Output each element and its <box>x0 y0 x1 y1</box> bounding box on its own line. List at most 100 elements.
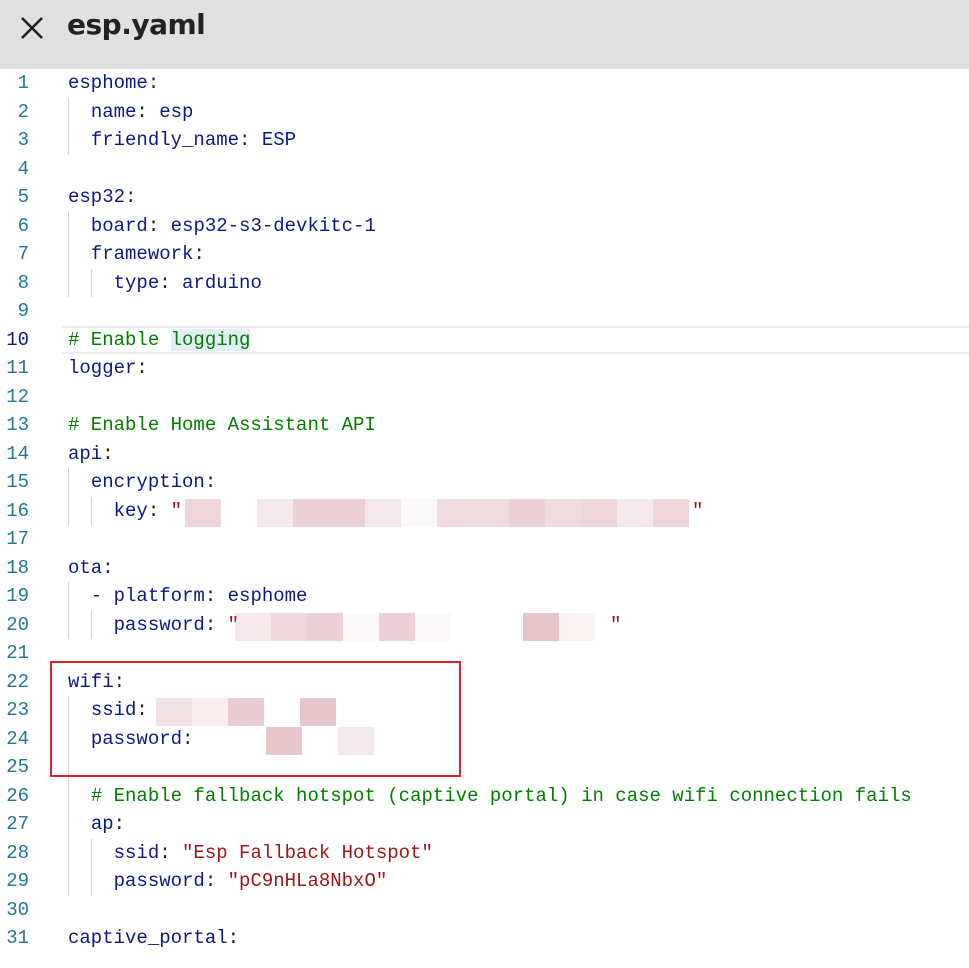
token-p <box>68 813 91 835</box>
token-k: encryption <box>90 471 205 493</box>
code-line: 15 encryption: <box>0 468 969 497</box>
line-number: 4 <box>17 157 29 180</box>
line-code: - platform: esphome <box>68 582 308 611</box>
token-k: framework <box>90 243 194 265</box>
line-number: 29 <box>6 870 29 892</box>
token-k: logger <box>68 357 137 379</box>
indent-guide <box>68 97 69 155</box>
token-p <box>68 101 91 123</box>
token-s: " <box>170 499 183 522</box>
token-p: : <box>227 927 240 949</box>
token-v: ESP <box>261 129 297 151</box>
line-number: 14 <box>6 442 29 465</box>
token-k: ap <box>90 813 114 835</box>
line-code: # Enable fallback hotspot (captive porta… <box>68 782 912 811</box>
line-number: 22 <box>6 670 29 693</box>
token-p: : <box>147 499 171 522</box>
code-line: 29 password: "pC9nHLa8NbxO" <box>0 867 969 896</box>
token-p: : <box>136 100 160 123</box>
line-code: ssid: "Esp Fallback Hotspot" <box>68 839 433 868</box>
token-p: : <box>204 613 228 636</box>
token-p: : <box>159 271 183 294</box>
token-k: platform <box>113 585 205 607</box>
line-code: type: arduino <box>68 269 262 298</box>
code-line: 30 <box>0 896 969 925</box>
code-line: 31 captive_portal: <box>0 924 969 953</box>
token-p: : <box>204 870 228 892</box>
closing-quote: " <box>610 613 622 636</box>
line-number: 30 <box>6 898 29 921</box>
line-code: captive_portal: <box>68 924 239 953</box>
token-p: : <box>125 186 137 208</box>
line-code: framework: <box>68 240 205 269</box>
line-code: encryption: <box>68 468 216 497</box>
code-line: 14 api: <box>0 440 969 469</box>
token-c: logging <box>170 328 251 351</box>
indent-guide <box>90 610 92 639</box>
line-number: 3 <box>17 129 29 151</box>
indent-guide <box>90 268 92 297</box>
code-line: 8 type: arduino <box>0 269 969 298</box>
code-editor[interactable]: 1 esphome: 2 name: esp 3 friendly_name: ESP… <box>0 69 969 968</box>
token-p: : <box>136 357 148 379</box>
token-v: esphome <box>227 585 308 607</box>
token-v: arduino <box>182 271 262 294</box>
line-number: 8 <box>17 271 29 294</box>
token-c: # Enable Home Assistant API <box>68 414 376 436</box>
token-k: password <box>113 613 205 636</box>
token-c: # Enable <box>68 328 171 351</box>
line-code: api: <box>68 440 114 469</box>
editor-header: esp.yaml <box>0 0 969 69</box>
line-code: esp32: <box>68 183 136 212</box>
token-p <box>68 129 91 151</box>
code-line: 12 <box>0 383 969 412</box>
line-code: key: " <box>68 497 182 526</box>
indent-guide <box>68 468 69 525</box>
line-number: 1 <box>17 72 29 94</box>
token-p: : <box>239 129 262 151</box>
redacted-value <box>185 498 689 527</box>
line-code: logger: <box>68 354 148 383</box>
code-line: 10 # Enable logging <box>0 326 969 355</box>
line-number: 5 <box>17 186 29 208</box>
code-line: 2 name: esp <box>0 98 969 127</box>
line-number: 16 <box>6 499 29 522</box>
line-number: 6 <box>17 214 29 237</box>
line-number: 23 <box>6 699 29 721</box>
token-s: "Esp Fallback Hotspot" <box>182 841 433 864</box>
redacted-value <box>235 612 595 641</box>
line-code: ap: <box>68 810 125 839</box>
close-icon[interactable] <box>18 14 46 42</box>
token-k: type <box>113 271 160 294</box>
token-k: board <box>90 214 148 237</box>
token-p: : <box>193 243 205 265</box>
line-number: 21 <box>6 642 29 664</box>
line-number: 31 <box>6 927 29 949</box>
token-s: "pC9nHLa8NbxO" <box>227 870 388 892</box>
token-p <box>68 785 91 807</box>
token-p: - <box>68 585 114 607</box>
token-k: captive_portal <box>68 927 228 949</box>
line-number: 15 <box>6 471 29 493</box>
token-p <box>68 215 91 237</box>
line-code: name: esp <box>68 98 194 127</box>
token-k: key <box>113 499 148 522</box>
indent-guide <box>90 838 92 896</box>
line-number: 25 <box>6 756 29 778</box>
line-number: 28 <box>6 841 29 864</box>
token-k: ota <box>68 556 103 579</box>
line-code: ota: <box>68 554 114 583</box>
token-p: : <box>147 214 171 237</box>
line-number: 26 <box>6 784 29 807</box>
indent-guide <box>68 211 69 297</box>
token-k: esphome <box>68 72 148 94</box>
code-line: 11 logger: <box>0 354 969 383</box>
code-line: 18 ota: <box>0 554 969 583</box>
token-p <box>68 471 91 493</box>
line-number: 13 <box>6 414 29 436</box>
line-number: 17 <box>6 528 29 550</box>
token-v: esp32-s3-devkitc-1 <box>170 214 376 237</box>
line-number: 2 <box>17 100 29 123</box>
line-code: friendly_name: ESP <box>68 126 296 155</box>
line-code: # Enable logging <box>68 326 251 355</box>
